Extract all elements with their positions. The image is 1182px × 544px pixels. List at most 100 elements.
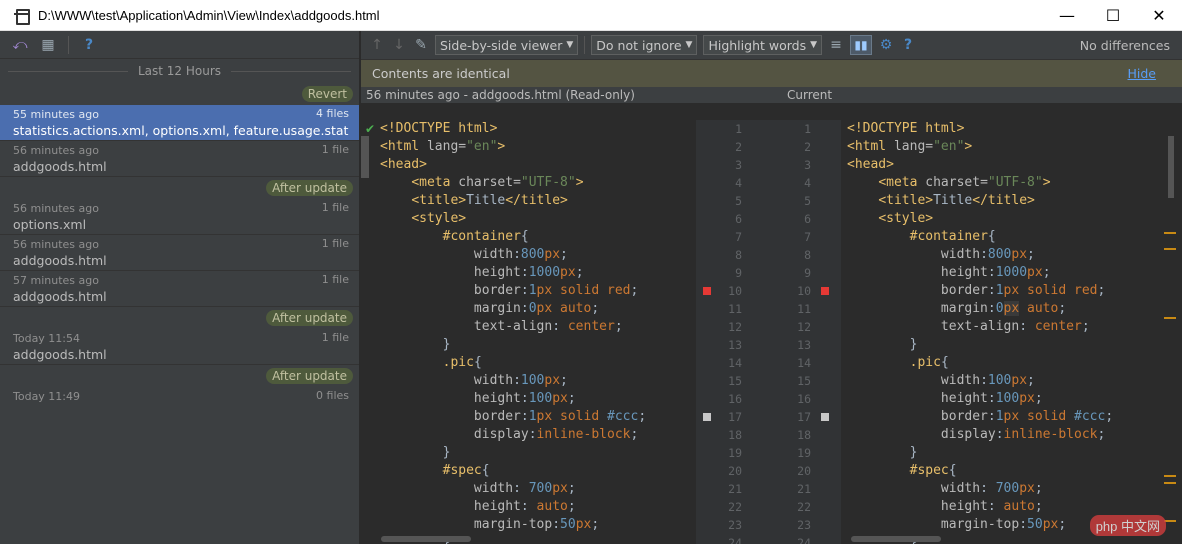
entry-files: addgoods.html	[13, 347, 107, 362]
gutter-line: 15 15	[696, 372, 841, 390]
entry-file-count: 0 files	[316, 389, 349, 402]
right-line-number: 11	[797, 302, 811, 316]
collapse-unchanged-icon[interactable]: ≡	[828, 37, 844, 53]
history-entry[interactable]: 56 minutes ago 1 file options.xml	[0, 199, 359, 235]
change-marker	[1164, 232, 1176, 234]
entry-files: options.xml	[13, 217, 87, 232]
window-title: D:\WWW\test\Application\Admin\View\Index…	[38, 7, 380, 23]
left-line-number: 9	[735, 266, 742, 280]
gutter-line: 99	[696, 264, 841, 282]
breakpoint-marker[interactable]	[821, 287, 829, 295]
hide-link[interactable]: Hide	[1128, 66, 1157, 81]
entry-file-count: 1 file	[321, 201, 349, 214]
breakpoint-marker[interactable]	[821, 413, 829, 421]
line-number-gutter: 1 1 2 2 3 3 4 4 5 5 6 6 7 7 8 8 9 9 10 10 11 11 12 12 13 13 14 14 15…	[696, 120, 841, 544]
history-entry[interactable]: 56 minutes ago 1 file addgoods.html	[0, 141, 359, 177]
code-line: <head>	[380, 157, 427, 172]
left-line-number: 10	[728, 284, 742, 298]
code-line: <meta charset="UTF-8">	[878, 175, 1051, 190]
left-horizontal-scrollbar[interactable]	[381, 536, 471, 542]
revert-badge: Revert	[301, 86, 353, 102]
gutter-line: 33	[696, 156, 841, 174]
gutter-line: 19 19	[696, 444, 841, 462]
gutter-line: 11	[696, 120, 841, 138]
gutter-line: 44	[696, 174, 841, 192]
identical-notice: Contents are identical Hide	[361, 60, 1182, 87]
gutter-line: 88	[696, 246, 841, 264]
left-line-number: 24	[728, 536, 742, 544]
left-editor[interactable]: ✔ <!DOCTYPE html> <html lang="en"> <head…	[361, 120, 696, 544]
entry-time: 55 minutes ago	[13, 108, 99, 121]
maximize-button[interactable]: ☐	[1090, 0, 1136, 30]
code-line: <meta charset="UTF-8">	[411, 175, 584, 190]
breakpoint-marker[interactable]	[703, 287, 711, 295]
code-line: width: 700px;	[473, 481, 576, 496]
history-entry[interactable]: Today 11:49 0 files	[0, 387, 359, 423]
right-scrollbar[interactable]	[1161, 120, 1182, 544]
gutter-line: 20 20	[696, 462, 841, 480]
breakpoint-marker[interactable]	[703, 413, 711, 421]
highlight-select-value: Highlight words	[708, 37, 807, 53]
edit-source-icon[interactable]: ✎	[413, 37, 429, 53]
code-line: <style>	[411, 211, 467, 226]
sync-scroll-toggle-icon[interactable]: ▮▮	[850, 35, 873, 55]
viewer-select-value: Side-by-side viewer	[440, 37, 563, 53]
history-entry[interactable]: 56 minutes ago 1 file addgoods.html	[0, 235, 359, 271]
change-marker	[1164, 248, 1176, 250]
code-line: .pic{	[442, 355, 482, 370]
next-difference-icon[interactable]: ↓	[391, 37, 407, 53]
left-line-number: 6	[735, 212, 742, 226]
history-entry[interactable]: Today 11:54 1 file addgoods.html	[0, 329, 359, 365]
title-bar: D:\WWW\test\Application\Admin\View\Index…	[0, 0, 1182, 31]
gutter-line: 10 10	[696, 282, 841, 300]
revert-icon[interactable]: ⤺	[12, 37, 28, 53]
close-button[interactable]: ✕	[1136, 0, 1182, 30]
diff-panel: ↑ ↓ ✎ Side-by-side viewer ▼ Do not ignore…	[361, 31, 1182, 544]
viewer-select[interactable]: Side-by-side viewer ▼	[435, 35, 579, 55]
patch-icon[interactable]: ▦	[40, 37, 56, 53]
chevron-down-icon: ▼	[566, 40, 574, 50]
left-line-number: 20	[728, 464, 742, 478]
gutter-line: 77	[696, 228, 841, 246]
previous-difference-icon[interactable]: ↑	[369, 37, 385, 53]
code-line: <html lang="en">	[847, 139, 973, 154]
window-app-icon	[14, 8, 30, 25]
after-update-label-row: After update	[0, 177, 359, 199]
code-line: <html lang="en">	[380, 139, 506, 154]
entry-file-count: 1 file	[321, 143, 349, 156]
minimize-button[interactable]: —	[1044, 0, 1090, 30]
diff-status: No differences	[1079, 37, 1170, 53]
gutter-line: 23 23	[696, 516, 841, 534]
code-line: height: auto;	[473, 499, 576, 514]
entry-file-count: 1 file	[321, 331, 349, 344]
help-icon[interactable]: ?	[900, 37, 916, 53]
right-editor[interactable]: <!DOCTYPE html> <html lang="en"> <head> …	[841, 120, 1161, 544]
right-line-number: 12	[797, 320, 811, 334]
highlight-select[interactable]: Highlight words ▼	[703, 35, 823, 55]
right-line-number: 23	[797, 518, 811, 532]
left-line-number: 14	[728, 356, 742, 370]
code-line: border:1px solid red;	[940, 283, 1106, 298]
code-line: height: auto;	[940, 499, 1043, 514]
left-line-number: 23	[728, 518, 742, 532]
right-scroll-thumb[interactable]	[1168, 136, 1174, 198]
right-horizontal-scrollbar[interactable]	[851, 536, 941, 542]
help-icon[interactable]: ?	[81, 37, 97, 53]
entry-time: 56 minutes ago	[13, 202, 99, 215]
after-update-badge: After update	[266, 310, 353, 326]
left-line-number: 18	[728, 428, 742, 442]
right-line-number: 16	[797, 392, 811, 406]
code-line: display:inline-block;	[473, 427, 639, 442]
gear-icon[interactable]: ⚙	[878, 37, 894, 53]
after-update-label-row: After update	[0, 365, 359, 387]
left-scroll-thumb[interactable]	[361, 136, 369, 178]
ignore-select[interactable]: Do not ignore ▼	[591, 35, 698, 55]
gutter-line: 17 17	[696, 408, 841, 426]
history-entry[interactable]: 57 minutes ago 1 file addgoods.html	[0, 271, 359, 307]
history-entry[interactable]: 55 minutes ago 4 files statistics.action…	[0, 105, 359, 141]
gutter-line: 16 16	[696, 390, 841, 408]
left-line-number: 22	[728, 500, 742, 514]
left-line-number: 11	[728, 302, 742, 316]
right-line-number: 7	[804, 230, 811, 244]
after-update-badge: After update	[266, 180, 353, 196]
